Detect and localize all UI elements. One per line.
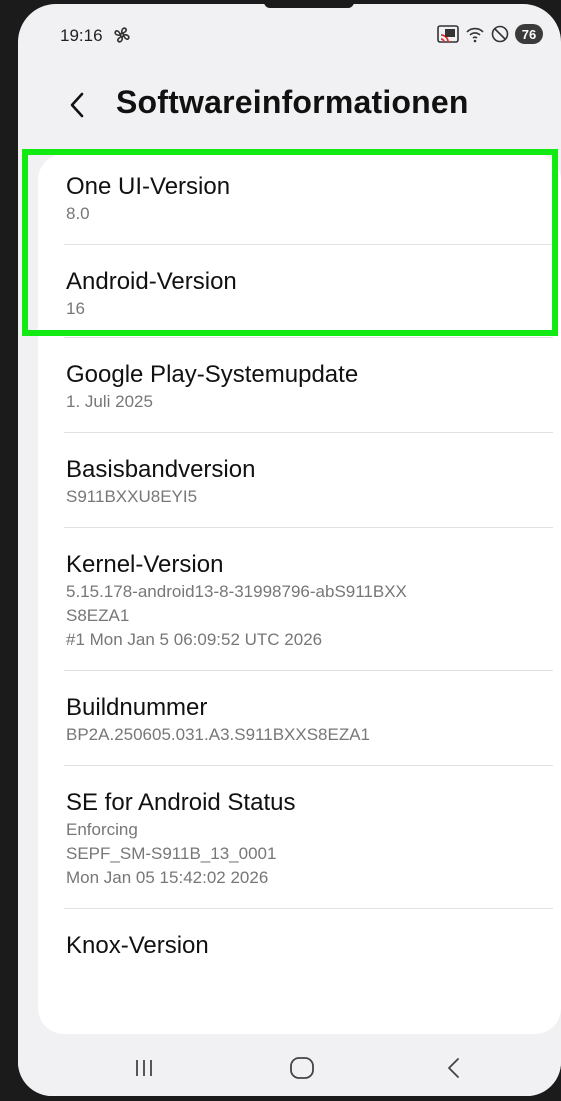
fan-icon bbox=[114, 27, 130, 43]
item-label: Android-Version bbox=[66, 268, 237, 295]
item-value: SEPF_SM-S911B_13_0001 bbox=[66, 844, 277, 863]
wifi-icon bbox=[466, 27, 484, 43]
back-button[interactable] bbox=[58, 82, 98, 128]
list-item-buildnummer[interactable]: Buildnummer BP2A.250605.031.A3.S911BXXS8… bbox=[38, 671, 561, 765]
chevron-left-icon bbox=[70, 92, 84, 118]
list-item-kernel-version[interactable]: Kernel-Version 5.15.178-android13-8-3199… bbox=[38, 528, 561, 670]
list-item-google-play-systemupdate[interactable]: Google Play-Systemupdate 1. Juli 2025 bbox=[38, 338, 561, 432]
recents-icon bbox=[136, 1060, 152, 1076]
home-icon bbox=[290, 1057, 314, 1079]
item-label: Basisbandversion bbox=[66, 456, 256, 483]
status-icons: 76 bbox=[437, 24, 543, 44]
do-not-disturb-icon bbox=[491, 25, 509, 43]
item-value: Mon Jan 05 15:42:02 2026 bbox=[66, 868, 269, 887]
item-value: Enforcing bbox=[66, 820, 138, 839]
back-icon bbox=[448, 1058, 459, 1078]
cast-icon bbox=[437, 25, 459, 43]
item-label: One UI-Version bbox=[66, 173, 231, 200]
item-value: S8EZA1 bbox=[66, 606, 130, 625]
settings-list: One UI-Version 8.0 Android-Version 16 Go… bbox=[38, 154, 561, 1034]
status-bar: 19:16 76 bbox=[18, 4, 561, 60]
home-button[interactable] bbox=[272, 1050, 332, 1086]
item-value: S911BXXU8EYI5 bbox=[66, 487, 198, 506]
item-label: Google Play-Systemupdate bbox=[66, 361, 359, 388]
list-item-android-version[interactable]: Android-Version 16 bbox=[38, 245, 561, 337]
screen: 19:16 76 Softwareinformationen One UI-Ve… bbox=[18, 4, 561, 1096]
list-item-basisbandversion[interactable]: Basisbandversion S911BXXU8EYI5 bbox=[38, 433, 561, 527]
item-value: 1. Juli 2025 bbox=[66, 392, 153, 411]
item-label: Kernel-Version bbox=[66, 551, 224, 578]
battery-icon: 76 bbox=[515, 24, 543, 44]
item-value: BP2A.250605.031.A3.S911BXXS8EZA1 bbox=[66, 725, 371, 744]
item-value: #1 Mon Jan 5 06:09:52 UTC 2026 bbox=[66, 630, 323, 649]
item-value: 16 bbox=[66, 299, 85, 318]
item-value: 5.15.178-android13-8-31998796-abS911BXX bbox=[66, 582, 407, 601]
list-item-knox-version[interactable]: Knox-Version bbox=[38, 909, 561, 979]
item-value: 8.0 bbox=[66, 204, 90, 223]
item-label: Buildnummer bbox=[66, 694, 208, 721]
recents-button[interactable] bbox=[114, 1050, 174, 1086]
navigation-bar bbox=[18, 1038, 561, 1096]
list-item-one-ui-version[interactable]: One UI-Version 8.0 bbox=[38, 154, 561, 244]
status-time: 19:16 bbox=[60, 26, 103, 45]
nav-back-button[interactable] bbox=[424, 1050, 484, 1086]
item-label: Knox-Version bbox=[66, 932, 209, 959]
list-item-se-for-android-status[interactable]: SE for Android Status Enforcing SEPF_SM-… bbox=[38, 766, 561, 908]
header: Softwareinformationen bbox=[18, 76, 561, 136]
page-title: Softwareinformationen bbox=[116, 84, 469, 120]
device-frame: 19:16 76 Softwareinformationen One UI-Ve… bbox=[0, 0, 561, 1101]
item-label: SE for Android Status bbox=[66, 789, 296, 816]
